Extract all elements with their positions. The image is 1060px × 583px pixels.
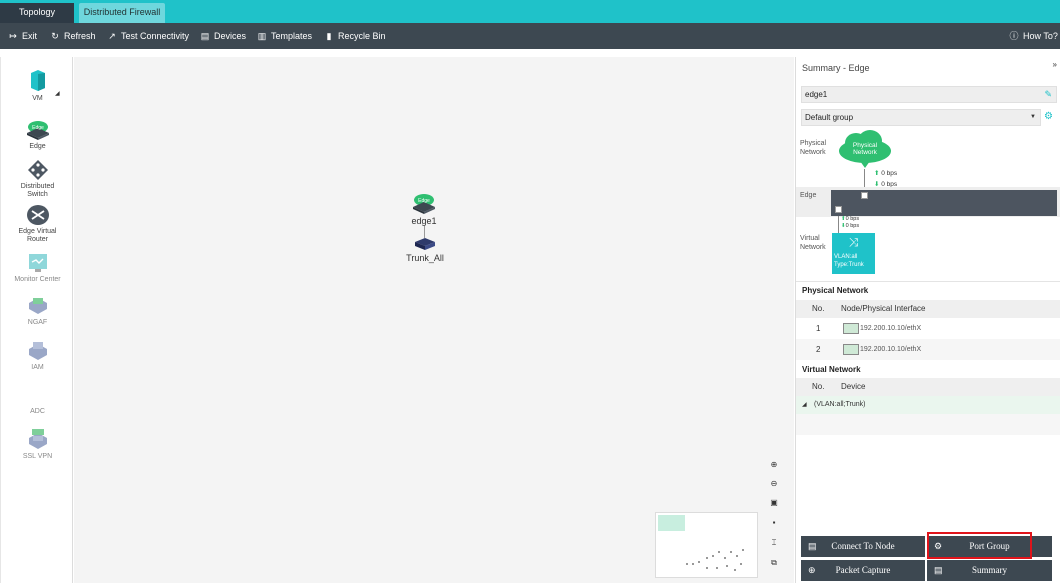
connect-to-node-button[interactable]: ▤ Connect To Node (801, 536, 925, 557)
ssl-vpn-icon (28, 429, 47, 449)
expand-caret-icon[interactable]: ◢ (55, 90, 60, 97)
tab-distributed-firewall[interactable]: Distributed Firewall (79, 3, 165, 23)
how-to-button[interactable]: ⓘ How To? (1009, 23, 1057, 49)
export-icon[interactable]: ▪ (766, 516, 782, 530)
refresh-icon: ↻ (51, 31, 59, 41)
summary-button[interactable]: ▤ Summary (927, 560, 1052, 581)
trash-icon: ▮ (326, 31, 332, 41)
minimap-nodes (686, 549, 744, 571)
virtual-table-header: No. Device (796, 378, 1060, 396)
edge-name-field[interactable]: edge1 ✎ (801, 86, 1057, 103)
physical-network-section: Physical Network (802, 286, 869, 295)
router-icon (26, 205, 49, 225)
empty-row (796, 414, 1060, 435)
table-row[interactable]: 1 192.200.10.10/ethX (796, 318, 1060, 339)
ngaf-icon (28, 298, 47, 314)
interface-icon (843, 323, 859, 334)
virtual-network-node[interactable]: ⤨ VLAN:all Type:Trunk (832, 233, 875, 274)
clipboard-icon: ▥ (257, 31, 267, 41)
expand-triangle-icon[interactable]: ◢ (802, 396, 807, 414)
palette-edge[interactable]: Edge Edge (1, 119, 74, 151)
exit-icon: ↦ (9, 31, 17, 41)
devices-button[interactable]: ▤ Devices (200, 23, 246, 49)
test-connectivity-button[interactable]: ↗ Test Connectivity (107, 23, 189, 49)
minimap-viewport[interactable] (658, 515, 685, 531)
v-upload-rate: ⬆0 bps (841, 216, 860, 222)
recycle-bin-button[interactable]: ▮ Recycle Bin (324, 23, 386, 49)
device-palette: VM ◢ Edge Edge Distributed Switch Edge V… (0, 57, 73, 583)
palette-ngaf[interactable]: NGAF (1, 295, 74, 327)
palette-iam[interactable]: IAM (1, 340, 74, 372)
edge1-node-label[interactable]: edge1 (404, 216, 444, 226)
svg-text:Edge: Edge (418, 198, 430, 204)
trunk-node-label[interactable]: Trunk_All (399, 253, 451, 263)
document-icon: ▤ (934, 565, 943, 575)
port-bottom[interactable] (835, 206, 842, 213)
minimap[interactable] (655, 512, 758, 578)
palette-adc[interactable]: ADC (1, 408, 74, 416)
physical-network-label: Physical Network (800, 140, 827, 156)
toolbar: ↦ Exit ↻ Refresh ↗ Test Connectivity ▤ Devic… (0, 23, 1060, 49)
shuffle-icon: ⤨ (848, 235, 859, 249)
refresh-button[interactable]: ↻ Refresh (50, 23, 95, 49)
tab-bar: Topology Distributed Firewall (0, 0, 1060, 23)
packet-capture-button[interactable]: ⊕ Packet Capture (801, 560, 925, 581)
downlink-line (838, 216, 839, 233)
group-select[interactable]: Default group ▼ (801, 109, 1041, 126)
document-icon: ▤ (200, 31, 210, 41)
vm-icon (30, 70, 45, 91)
chevron-down-icon: ▼ (1030, 114, 1036, 120)
svg-text:Network: Network (853, 149, 878, 156)
interface-icon (843, 344, 859, 355)
copy-icon[interactable]: ⧉ (766, 556, 782, 570)
edge-icon: Edge (26, 121, 49, 140)
palette-edge-virtual-router[interactable]: Edge Virtual Router (1, 204, 74, 244)
palette-vm[interactable]: VM (1, 69, 74, 103)
upload-rate: ⬆ 0 bps (874, 170, 898, 177)
virtual-row[interactable]: ◢ (VLAN:all;Trunk) (796, 396, 1060, 414)
zoom-in-icon[interactable]: ⊕ (766, 458, 782, 472)
rocket-icon: ↗ (108, 31, 116, 41)
virtual-network-label: Virtual Network (800, 235, 826, 251)
zoom-out-icon[interactable]: ⊖ (766, 477, 782, 491)
distributed-switch-icon (27, 160, 48, 180)
table-row[interactable]: 2 192.200.10.10/ethX (796, 339, 1060, 360)
exit-button[interactable]: ↦ Exit (8, 23, 37, 49)
fit-view-icon[interactable]: ▣ (766, 496, 782, 510)
monitor-icon (28, 254, 47, 272)
highlight-box (927, 532, 1032, 559)
tab-topology[interactable]: Topology (0, 3, 74, 23)
templates-button[interactable]: ▥ Templates (257, 23, 312, 49)
iam-icon (28, 342, 47, 360)
panel-title: Summary - Edge (802, 63, 870, 73)
edit-icon[interactable]: ✎ (1044, 87, 1052, 102)
topology-canvas[interactable]: Edge edge1 Trunk_All (74, 57, 794, 583)
edge1-node-icon[interactable]: Edge (410, 193, 438, 215)
gear-icon[interactable]: ⚙ (1044, 111, 1053, 122)
trunk-node-icon[interactable] (413, 236, 437, 252)
help-icon: ⓘ (1009, 31, 1019, 41)
collapse-icon[interactable]: » (1053, 60, 1057, 69)
physical-cloud-icon: Physical Network (839, 130, 891, 168)
document-icon: ▤ (808, 541, 817, 551)
palette-ssl-vpn[interactable]: SSL VPN (1, 427, 74, 461)
physical-table-header: No. Node/Physical Interface (796, 300, 1060, 318)
virtual-network-section: Virtual Network (802, 365, 861, 374)
search-icon: ⊕ (808, 565, 816, 575)
palette-distributed-switch[interactable]: Distributed Switch (1, 159, 74, 199)
actual-size-icon[interactable]: ⌶ (766, 536, 782, 550)
palette-monitor-center[interactable]: Monitor Center (1, 252, 74, 284)
v-download-rate: ⬇0 bps (841, 223, 860, 229)
edge-label: Edge (800, 192, 817, 199)
port-top[interactable] (861, 192, 868, 199)
svg-text:Physical: Physical (853, 142, 878, 149)
svg-text:Edge: Edge (32, 125, 44, 131)
summary-panel: Summary - Edge » edge1 ✎ Default group ▼… (795, 57, 1060, 583)
